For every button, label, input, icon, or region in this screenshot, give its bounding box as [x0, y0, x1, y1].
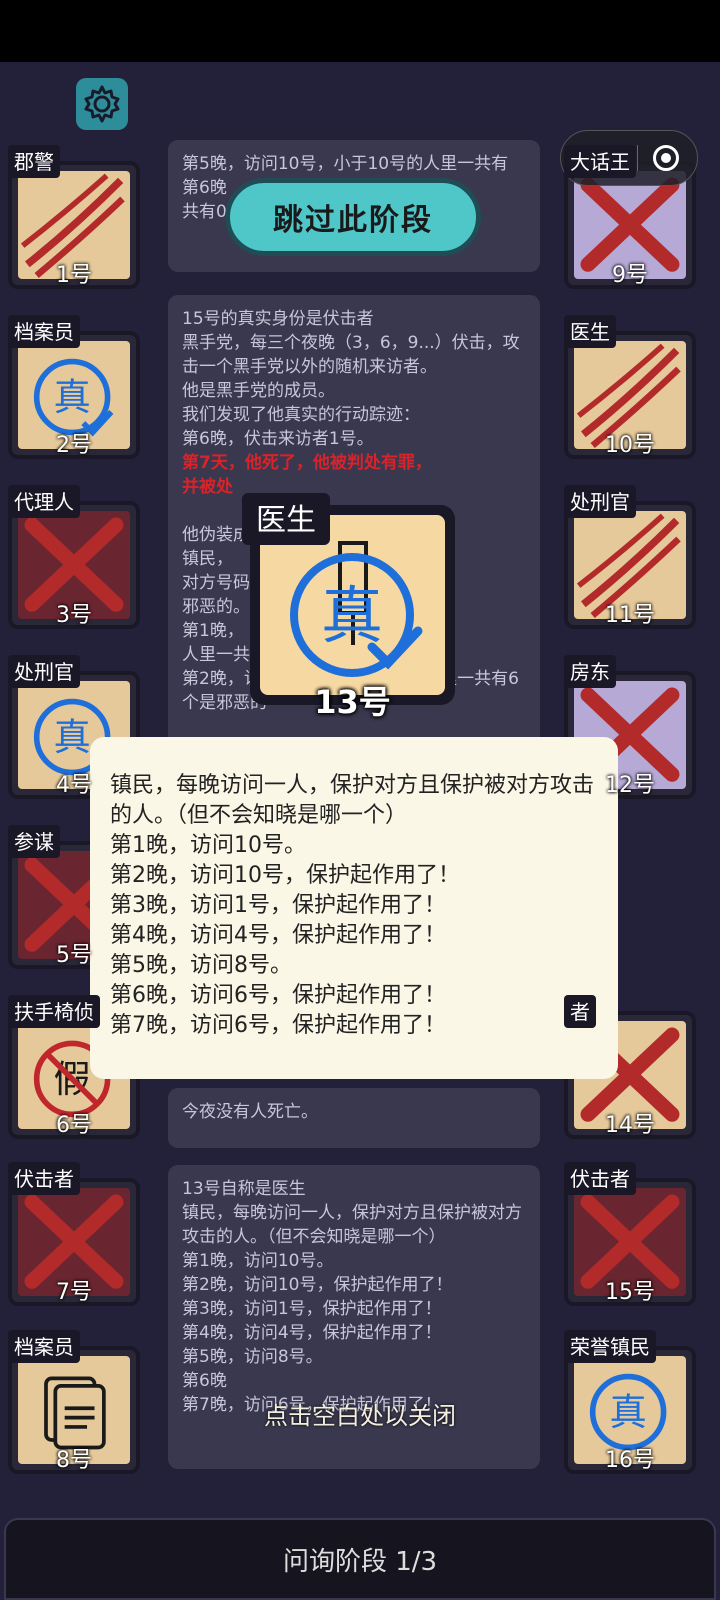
player-number: 8号 [56, 1448, 92, 1473]
skip-phase-button[interactable]: 跳过此阶段 [225, 178, 481, 256]
log-line: 15号的真实身份是伏击者 [182, 309, 374, 329]
gear-icon [84, 85, 120, 123]
player-role: 伏击者 [8, 1162, 80, 1195]
player-card-11[interactable]: 处刑官 11号 [564, 485, 698, 629]
player-card-15[interactable]: 伏击者 15号 [564, 1162, 698, 1306]
log-line: 第6晚，伏击来访者1号。 [182, 429, 374, 449]
phase-bar: 问询阶段 1/3 [4, 1518, 716, 1600]
player-number: 9号 [612, 263, 648, 288]
player-role: 处刑官 [8, 655, 80, 688]
player-role: 伏击者 [564, 1162, 636, 1195]
player-role: 大话王 [564, 145, 636, 178]
player-role: 档案员 [8, 315, 80, 348]
stamp-text: 真 [321, 579, 383, 652]
focused-player-card: 真 医生 13号 [242, 493, 455, 721]
player-number: 2号 [56, 433, 92, 458]
player-card-8[interactable]: 档案员 8号 [8, 1330, 142, 1474]
log-line: 第1晚，访问10号。 [182, 1251, 334, 1271]
log-line: 13号自称是医生 [182, 1179, 306, 1199]
phase-label: 问询阶段 1/3 [282, 1546, 438, 1577]
player-number: 6号 [56, 1113, 92, 1138]
player-role: 房东 [564, 655, 616, 688]
log-line: 第5晚，访问10号，小于10号的人里一共有 [182, 154, 509, 174]
player-card-10[interactable]: 医生 10号 [564, 315, 698, 459]
role-description-popup: 镇民，每晚访问一人，保护对方且保护被对方攻击的人。（但不会知晓是哪一个） 第1晚… [90, 737, 618, 1079]
player-number: 14号 [605, 1113, 655, 1138]
log-line: 第5晚，访问8号。 [182, 1347, 323, 1367]
popup-line: 镇民，每晚访问一人，保护对方且保护被对方攻击的人。（但不会知晓是哪一个） [110, 773, 595, 828]
log-line: 第4晚，访问4号，保护起作用了！ [182, 1323, 442, 1343]
player-card-3[interactable]: 代理人 3号 [8, 485, 142, 629]
player-number: 15号 [605, 1280, 655, 1305]
player-card-1[interactable]: 郡警 1号 [8, 145, 142, 289]
log-line-death: 并被处 [182, 477, 233, 497]
log-line: 第2晚，访问10号，保护起作用了！ [182, 1275, 453, 1295]
log-line: 第6晚 [182, 1371, 227, 1391]
popup-line: 第3晚，访问1号，保护起作用了！ [110, 893, 446, 918]
player-number: 5号 [56, 943, 92, 968]
log-entry-night: 今夜没有人死亡。 [168, 1088, 540, 1148]
player-role: 荣誉镇民 [564, 1330, 656, 1363]
focused-player-number: 13号 [314, 683, 391, 721]
stamp-text: 真 [53, 715, 90, 759]
player-number: 11号 [605, 603, 655, 628]
settings-button[interactable] [76, 78, 128, 130]
focused-player-role: 医生 [242, 493, 330, 545]
player-role: 扶手椅侦 [8, 995, 100, 1028]
player-role: 者 [564, 995, 596, 1028]
player-card-16[interactable]: 真 荣誉镇民 16号 [564, 1330, 698, 1474]
player-number: 10号 [605, 433, 655, 458]
player-number: 1号 [56, 263, 92, 288]
log-line: 镇民，每晚访问一人，保护对方且保护被对方攻击的人。（但不会知晓是哪一个） [182, 1203, 522, 1247]
player-number: 3号 [56, 603, 92, 628]
close-miniprogram-icon[interactable] [653, 145, 680, 171]
player-role: 郡警 [8, 145, 60, 178]
log-line: 他是黑手党的成员。 [182, 381, 335, 401]
popup-line: 第2晚，访问10号，保护起作用了！ [110, 863, 460, 888]
log-line-death: 第7天，他死了，他被判处有罪， [182, 453, 432, 473]
player-number: 4号 [56, 773, 92, 798]
stamp-text: 真 [53, 375, 90, 419]
log-line: 我们发现了他真实的行动踪迹： [182, 405, 420, 425]
popup-line: 第5晚，访问8号。 [110, 953, 292, 978]
popup-line: 第4晚，访问4号，保护起作用了！ [110, 923, 446, 948]
popup-line: 第6晚，访问6号，保护起作用了！ [110, 983, 446, 1008]
capsule-divider [637, 145, 639, 171]
player-number: 12号 [605, 773, 655, 798]
log-line: 第3晚，访问1号，保护起作用了！ [182, 1299, 442, 1319]
player-role: 代理人 [8, 485, 80, 518]
player-number: 16号 [605, 1448, 655, 1473]
player-role: 医生 [564, 315, 616, 348]
player-number: 7号 [56, 1280, 92, 1305]
log-line: 黑手党，每三个夜晚（3，6，9...）伏击，攻击一个黑手党以外的随机来访者。 [182, 333, 520, 377]
player-card-2[interactable]: 真 档案员 2号 [8, 315, 142, 459]
popup-line: 第1晚，访问10号。 [110, 833, 306, 858]
player-role: 处刑官 [564, 485, 636, 518]
popup-line: 第7晚，访问6号，保护起作用了！ [110, 1013, 446, 1038]
status-bar [0, 0, 720, 62]
log-line: 今夜没有人死亡。 [182, 1102, 318, 1122]
player-role: 参谋 [8, 825, 60, 858]
close-hint[interactable]: 点击空白处以关闭 [0, 1396, 720, 1431]
player-card-7[interactable]: 伏击者 7号 [8, 1162, 142, 1306]
player-role: 档案员 [8, 1330, 80, 1363]
